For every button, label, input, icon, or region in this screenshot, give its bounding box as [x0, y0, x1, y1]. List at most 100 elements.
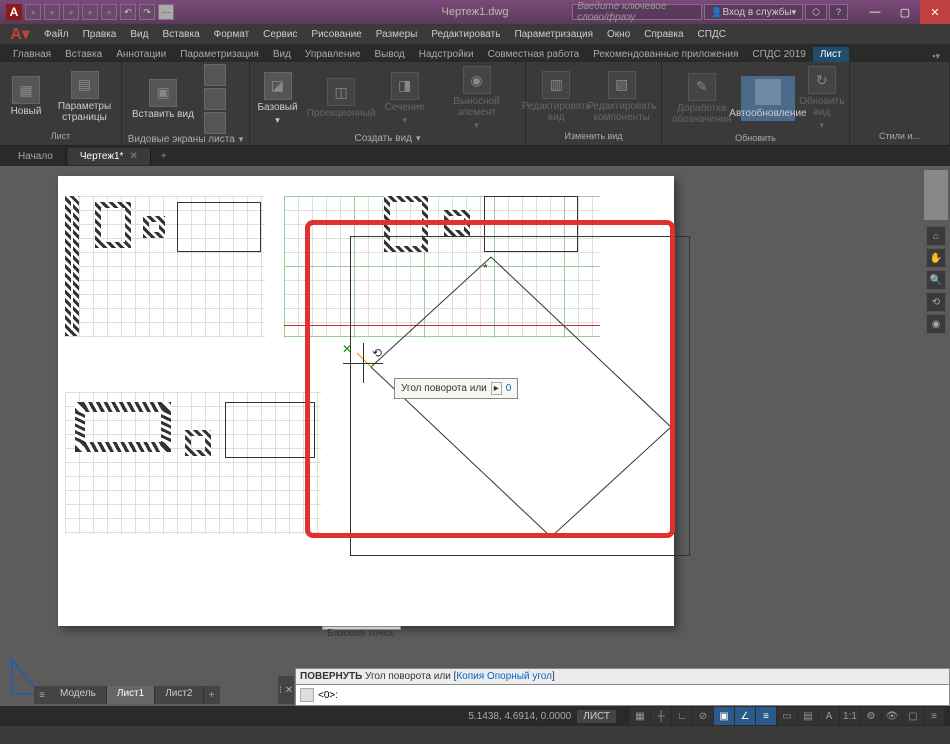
edit-view-button: ▥Редактировать вид: [530, 69, 582, 125]
layout-tab-model[interactable]: Модель: [50, 686, 107, 704]
rtab-annotate[interactable]: Аннотации: [109, 47, 173, 62]
maximize-button[interactable]: ▢: [890, 0, 920, 24]
st-ws-icon[interactable]: ⚙: [861, 707, 881, 725]
qat-saveas-icon[interactable]: ▫: [82, 4, 98, 20]
st-ortho-icon[interactable]: ∟: [672, 707, 692, 725]
exchange-icon[interactable]: ⬡: [805, 4, 827, 20]
auto-update-button[interactable]: ⟳Автообновление: [741, 76, 794, 121]
rtab-featured[interactable]: Рекомендованные приложения: [586, 47, 745, 62]
new-layout-label: Новый: [11, 106, 42, 117]
doc-tab-drawing1[interactable]: Чертеж1*✕: [68, 148, 151, 165]
insert-view-button[interactable]: ▣Вставить вид: [126, 77, 200, 122]
nav-home-icon[interactable]: ⌂: [926, 226, 946, 246]
st-grid-icon[interactable]: ▦: [630, 707, 650, 725]
vp-lock-button[interactable]: [204, 112, 226, 134]
command-line-handle[interactable]: ⁝ ✕: [278, 676, 294, 704]
cmd-option-copy[interactable]: Копия: [456, 671, 484, 682]
menu-window[interactable]: Окно: [601, 27, 636, 42]
close-tab-icon[interactable]: ✕: [129, 151, 137, 162]
menu-help[interactable]: Справка: [638, 27, 689, 42]
st-clean-icon[interactable]: ▢: [903, 707, 923, 725]
st-lwt-icon[interactable]: ≡: [756, 707, 776, 725]
st-custom-icon[interactable]: ≡: [924, 707, 944, 725]
qat-plot-icon[interactable]: ▫: [101, 4, 117, 20]
status-mode[interactable]: ЛИСТ: [577, 710, 616, 723]
rtab-view[interactable]: Вид: [266, 47, 298, 62]
layout-tab-add-icon[interactable]: +: [204, 686, 220, 704]
st-annoscale-icon[interactable]: A: [819, 707, 839, 725]
st-qp-icon[interactable]: ▤: [798, 707, 818, 725]
menu-spds[interactable]: СПДС: [692, 27, 732, 42]
qat-save-icon[interactable]: ▫: [63, 4, 79, 20]
st-snap-icon[interactable]: ┼: [651, 707, 671, 725]
layout-tab-sheet1data-bind=[interactable]: Лист1: [107, 686, 155, 704]
rtab-collab[interactable]: Совместная работа: [481, 47, 587, 62]
menu-dimension[interactable]: Размеры: [370, 27, 424, 42]
nav-zoom-icon[interactable]: 🔍: [926, 270, 946, 290]
qat-open-icon[interactable]: ▫: [44, 4, 60, 20]
st-trans-icon[interactable]: ▭: [777, 707, 797, 725]
vp-poly-button[interactable]: [204, 88, 226, 110]
layout-tab-menu-icon[interactable]: ≡: [34, 686, 50, 704]
rtab-spds[interactable]: СПДС 2019: [745, 47, 812, 62]
menu-modify[interactable]: Редактировать: [425, 27, 506, 42]
qat-more-icon[interactable]: ⋯: [158, 4, 174, 20]
page-setup-button[interactable]: ▤Параметры страницы: [52, 69, 117, 125]
cmd-option-reference[interactable]: Опорный угол: [487, 671, 552, 682]
panel-layout-title: Лист: [4, 129, 117, 143]
minimize-button[interactable]: —: [860, 0, 890, 24]
qat-redo-icon[interactable]: ↷: [139, 4, 155, 20]
command-line[interactable]: ПОВЕРНУТЬ Угол поворота или [Копия Опорн…: [295, 668, 950, 706]
qat-undo-icon[interactable]: ↶: [120, 4, 136, 20]
rtab-insert[interactable]: Вставка: [58, 47, 109, 62]
detail-view-label: Выносной элемент: [438, 96, 515, 118]
rtab-addins[interactable]: Надстройки: [412, 47, 481, 62]
nav-orbit-icon[interactable]: ⟲: [926, 292, 946, 312]
view-cube[interactable]: [924, 170, 948, 220]
command-input[interactable]: [342, 690, 945, 701]
vp-rect-button[interactable]: [204, 64, 226, 86]
menu-view[interactable]: Вид: [124, 27, 154, 42]
tooltip-toggle-icon[interactable]: ▸: [491, 382, 502, 395]
tooltip-value[interactable]: 0: [506, 383, 512, 394]
auto-update-label: Автообновление: [729, 108, 806, 119]
st-monitor-icon[interactable]: 👁: [882, 707, 902, 725]
menu-insert[interactable]: Вставка: [156, 27, 205, 42]
add-tab-button[interactable]: +: [153, 151, 175, 162]
drawing-canvas[interactable]: * ✕ ⟲ Угол поворота или ▸ 0 Базовая точк…: [0, 166, 922, 706]
rtab-home[interactable]: Главная: [6, 47, 58, 62]
rtab-layout[interactable]: Лист: [813, 47, 849, 62]
nav-pan-icon[interactable]: ✋: [926, 248, 946, 268]
close-button[interactable]: ✕: [920, 0, 950, 24]
nav-bar: ⌂ ✋ 🔍 ⟲ ◉: [922, 166, 950, 706]
menu-edit[interactable]: Правка: [77, 27, 123, 42]
menu-draw[interactable]: Рисование: [305, 27, 367, 42]
menu-file[interactable]: Файл: [38, 27, 75, 42]
new-layout-button[interactable]: ▦Новый: [4, 74, 48, 119]
help-icon[interactable]: ?: [829, 4, 848, 20]
symbol-sketch-button: ✎Доработка обозначения: [666, 71, 737, 127]
layout-tab-sheet2[interactable]: Лист2: [155, 686, 203, 704]
app-logo: A: [6, 4, 22, 20]
app-menu-icon[interactable]: A▾: [8, 25, 32, 43]
rtab-manage[interactable]: Управление: [298, 47, 368, 62]
menu-format[interactable]: Формат: [208, 27, 256, 42]
menu-tools[interactable]: Сервис: [257, 27, 303, 42]
st-osnap-icon[interactable]: ▣: [714, 707, 734, 725]
rtab-output[interactable]: Вывод: [368, 47, 412, 62]
search-input[interactable]: Введите ключевое слово/фразу: [572, 4, 702, 20]
tooltip-label: Угол поворота или: [401, 383, 487, 394]
section-view-button: ◨Сечение▾: [381, 70, 428, 128]
rtab-parametric[interactable]: Параметризация: [173, 47, 266, 62]
st-otrack-icon[interactable]: ∠: [735, 707, 755, 725]
doc-tab-start[interactable]: Начало: [6, 148, 66, 165]
qat-new-icon[interactable]: ▫: [25, 4, 41, 20]
signin-button[interactable]: 👤 Вход в службы ▾: [704, 4, 803, 20]
st-scale-icon[interactable]: 1:1: [840, 707, 860, 725]
dynamic-input-tooltip[interactable]: Угол поворота или ▸ 0: [394, 378, 518, 399]
menu-parametric[interactable]: Параметризация: [508, 27, 599, 42]
ribbon-collapse-icon[interactable]: ▪▾: [928, 51, 944, 62]
st-polar-icon[interactable]: ⊘: [693, 707, 713, 725]
base-view-button[interactable]: ◪Базовый▾: [254, 70, 301, 128]
nav-wheel-icon[interactable]: ◉: [926, 314, 946, 334]
